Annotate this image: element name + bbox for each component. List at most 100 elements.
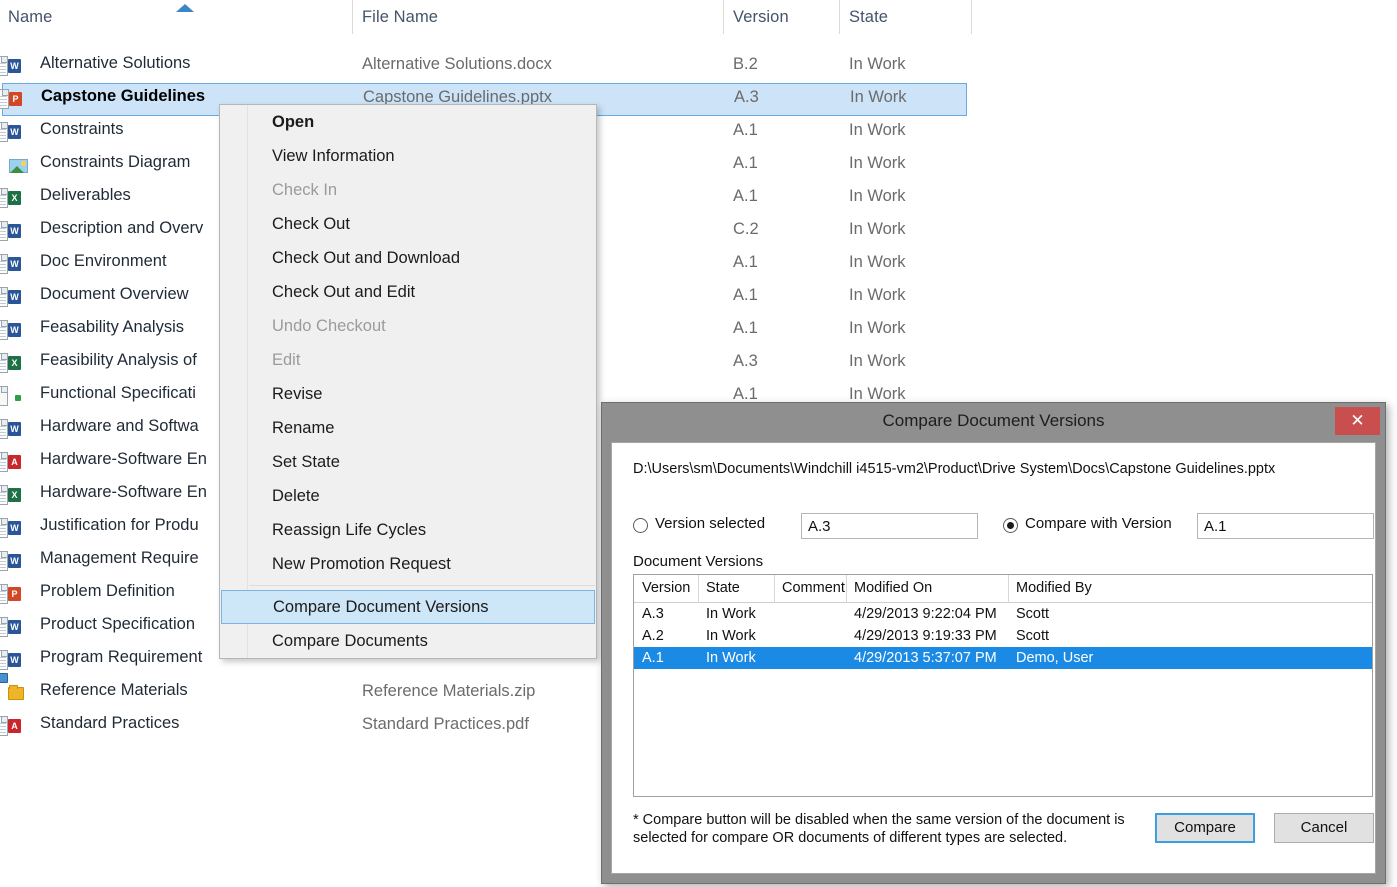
file-row-version: A.1 (733, 319, 758, 338)
versions-table-header: Version State Comment Modified On Modifi… (634, 575, 1372, 603)
word-file-icon: W (8, 221, 30, 243)
table-row[interactable]: W Alternative Solutions Alternative Soluti… (0, 50, 1397, 83)
menu-item-compare-document-versions[interactable]: Compare Document Versions (221, 590, 595, 624)
file-row-version: A.1 (733, 187, 758, 206)
file-row-version: A.1 (733, 253, 758, 272)
versions-table-row[interactable]: A.1In Work4/29/2013 5:37:07 PMDemo, User (634, 647, 1372, 669)
menu-item-check-out-and-edit[interactable]: Check Out and Edit (220, 275, 596, 309)
column-divider[interactable] (352, 0, 353, 34)
menu-item-view-information[interactable]: View Information (220, 139, 596, 173)
menu-item-check-out-and-download[interactable]: Check Out and Download (220, 241, 596, 275)
file-row-name: Reference Materials (40, 681, 188, 700)
table-row[interactable]: Constraints DiagramA.1In Work (0, 149, 1397, 182)
compare-button[interactable]: Compare (1155, 813, 1255, 843)
file-row-name: Document Overview (40, 285, 189, 304)
file-row-name: Management Require (40, 549, 199, 568)
column-header-version[interactable]: Version (733, 8, 789, 27)
column-header-name[interactable]: Name (8, 8, 52, 27)
file-row-name: Hardware-Software En (40, 483, 207, 502)
table-row[interactable]: WFeasability AnalysisA.1In Work (0, 314, 1397, 347)
generic-file-icon (8, 386, 30, 408)
menu-item-rename[interactable]: Rename (220, 411, 596, 445)
file-row-version: A.1 (733, 121, 758, 140)
menu-item-new-promotion-request[interactable]: New Promotion Request (220, 547, 596, 581)
version-selected-input[interactable]: A.3 (801, 513, 978, 539)
file-row-name: Alternative Solutions (40, 54, 190, 73)
word-file-icon: W (8, 419, 30, 441)
compare-document-versions-dialog: Compare Document Versions ✕ D:\Users\sm\… (601, 402, 1386, 884)
file-row-state: In Work (850, 88, 907, 107)
dialog-body: D:\Users\sm\Documents\Windchill i4515-vm… (611, 442, 1376, 874)
file-row-name: Description and Overv (40, 219, 203, 238)
versions-col-modified-on[interactable]: Modified On (854, 580, 932, 596)
table-row[interactable]: X Deliverables A.1 In Work (0, 182, 1397, 215)
word-file-icon: W (8, 320, 30, 342)
column-divider[interactable] (839, 0, 840, 34)
file-row-name: Deliverables (40, 186, 131, 205)
menu-item-set-state[interactable]: Set State (220, 445, 596, 479)
cancel-button[interactable]: Cancel (1274, 813, 1374, 843)
table-row[interactable]: XFeasibility Analysis oftives.xlsxA.3In … (0, 347, 1397, 380)
menu-item-check-in: Check In (220, 173, 596, 207)
close-icon[interactable]: ✕ (1335, 407, 1380, 435)
file-row-filename: Alternative Solutions.docx (362, 55, 552, 74)
screen: Name File Name Version State W Alternativ… (0, 0, 1397, 887)
file-row-filename: Reference Materials.zip (362, 682, 535, 701)
versions-col-modified-by[interactable]: Modified By (1016, 580, 1092, 596)
file-row-version: A.3 (734, 88, 759, 107)
word-file-icon: W (8, 287, 30, 309)
radio-version-selected[interactable] (633, 518, 648, 533)
powerpoint-file-icon: P (8, 584, 30, 606)
radio-compare-with-version[interactable] (1003, 518, 1018, 533)
file-row-state: In Work (849, 187, 906, 206)
file-row-name: Constraints Diagram (40, 153, 190, 172)
word-file-icon: W (8, 617, 30, 639)
versions-table-row[interactable]: A.2In Work4/29/2013 9:19:33 PMScott (634, 625, 1372, 647)
file-row-state: In Work (849, 220, 906, 239)
column-divider[interactable] (723, 0, 724, 34)
table-row[interactable]: WConstraintsA.1In Work (0, 116, 1397, 149)
column-header-filename[interactable]: File Name (362, 8, 438, 27)
table-row[interactable]: WDescription and OvervcxC.2In Work (0, 215, 1397, 248)
excel-file-icon: X (8, 188, 30, 210)
menu-item-revise[interactable]: Revise (220, 377, 596, 411)
menu-item-undo-checkout: Undo Checkout (220, 309, 596, 343)
excel-file-icon: X (8, 485, 30, 507)
compare-with-version-input[interactable]: A.1 (1197, 513, 1374, 539)
pdf-file-icon: A (8, 716, 30, 738)
menu-item-delete[interactable]: Delete (220, 479, 596, 513)
table-row[interactable]: WDoc EnvironmentA.1In Work (0, 248, 1397, 281)
file-row-state: In Work (849, 121, 906, 140)
word-file-icon: W (8, 56, 30, 78)
menu-item-edit: Edit (220, 343, 596, 377)
column-divider[interactable] (971, 0, 972, 34)
column-header-state[interactable]: State (849, 8, 888, 27)
versions-table-row[interactable]: A.3In Work4/29/2013 9:22:04 PMScott (634, 603, 1372, 625)
versions-col-version[interactable]: Version (642, 580, 690, 596)
menu-item-reassign-life-cycles[interactable]: Reassign Life Cycles (220, 513, 596, 547)
pdf-file-icon: A (8, 452, 30, 474)
file-row-name: Hardware-Software En (40, 450, 207, 469)
image-file-icon (8, 155, 30, 177)
file-row-name: Functional Specificati (40, 384, 196, 403)
dialog-title: Compare Document Versions (602, 403, 1385, 439)
file-row-version: A.1 (733, 154, 758, 173)
menu-item-check-out[interactable]: Check Out (220, 207, 596, 241)
table-row[interactable]: WDocument OverviewA.1In Work (0, 281, 1397, 314)
file-row-version: C.2 (733, 220, 759, 239)
radio-version-selected-label: Version selected (655, 515, 765, 532)
ascending-sort-icon[interactable] (176, 4, 194, 12)
menu-item-open[interactable]: Open (220, 105, 596, 139)
zip-file-icon (8, 683, 30, 705)
menu-item-compare-documents[interactable]: Compare Documents (220, 624, 596, 658)
versions-col-comment[interactable]: Comment (782, 580, 845, 596)
file-row-version: A.3 (733, 352, 758, 371)
file-row-name: Hardware and Softwa (40, 417, 199, 436)
file-row-name: Capstone Guidelines (41, 87, 205, 106)
file-row-state: In Work (849, 286, 906, 305)
document-versions-table[interactable]: Version State Comment Modified On Modifi… (633, 574, 1373, 797)
context-menu[interactable]: OpenView InformationCheck InCheck OutChe… (219, 104, 597, 659)
versions-col-state[interactable]: State (706, 580, 740, 596)
file-row-name: Constraints (40, 120, 123, 139)
file-row-name: Standard Practices (40, 714, 179, 733)
